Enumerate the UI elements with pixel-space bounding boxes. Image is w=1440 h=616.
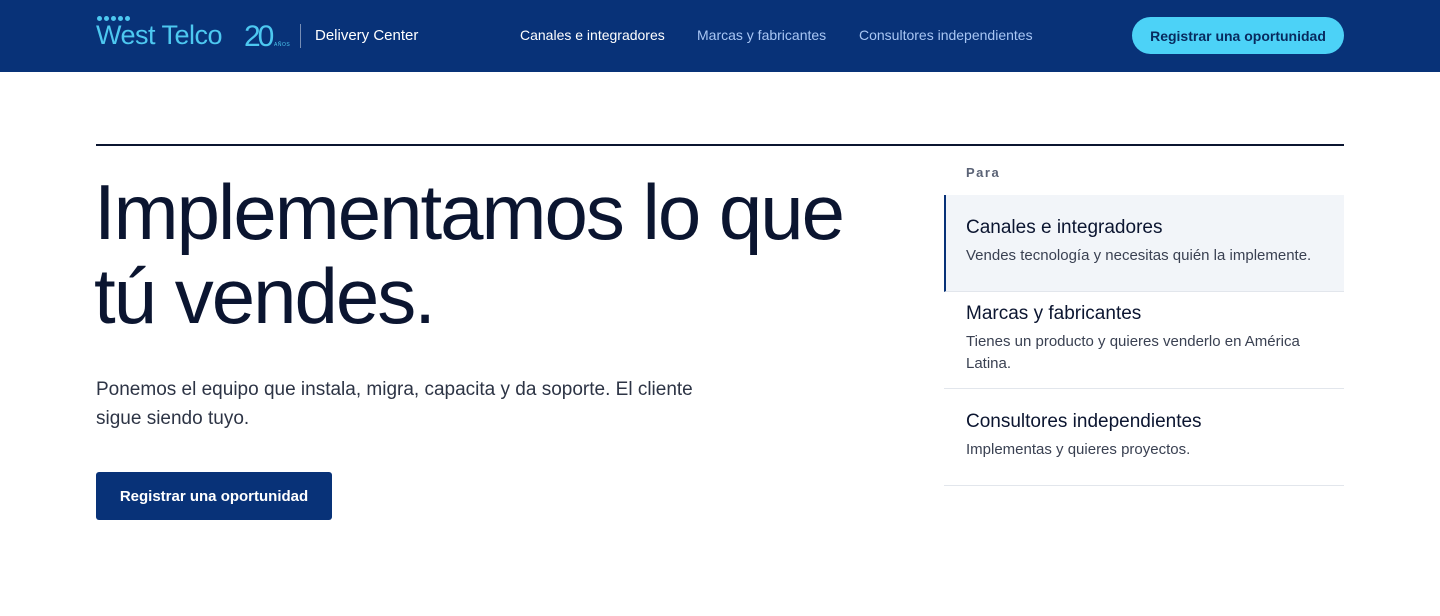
audience-item-description: Vendes tecnología y necesitas quién la i…: [966, 247, 1312, 264]
audience-item-description: Tienes un producto y quieres venderlo en…: [966, 333, 1300, 372]
audience-label: Para: [966, 165, 1001, 180]
hero-headline: Implementamos lo que tú vendes.: [94, 170, 894, 338]
hero-headline-line2: tú vendes.: [94, 252, 436, 340]
audience-item-marcas[interactable]: Marcas y fabricantes Tienes un producto …: [944, 292, 1344, 389]
product-name: Delivery Center: [315, 27, 419, 44]
audience-item-consultores[interactable]: Consultores independientes Implementas y…: [944, 389, 1344, 486]
audience-list: Canales e integradores Vendes tecnología…: [944, 195, 1344, 486]
logo-anniversary-number: 20: [244, 20, 274, 53]
audience-item-title: Canales e integradores: [966, 217, 1163, 238]
hero-subtitle: Ponemos el equipo que instala, migra, ca…: [96, 379, 693, 429]
hero-headline-line1: Implementamos lo que: [94, 168, 845, 256]
logo-anniversary-sub: AÑOS: [274, 42, 291, 48]
audience-item-description: Implementas y quieres proyectos.: [966, 441, 1191, 458]
header-register-button[interactable]: Registrar una oportunidad: [1132, 17, 1344, 54]
audience-item-title: Marcas y fabricantes: [966, 303, 1142, 324]
logo-brand-text: West Telco: [96, 20, 223, 50]
section-divider: [96, 144, 1344, 146]
nav-link-consultores[interactable]: Consultores independientes: [859, 27, 1033, 43]
audience-item-canales[interactable]: Canales e integradores Vendes tecnología…: [944, 195, 1344, 292]
nav-link-marcas[interactable]: Marcas y fabricantes: [697, 27, 826, 43]
nav-link-canales[interactable]: Canales e integradores: [520, 27, 665, 43]
logo-divider: [300, 24, 301, 48]
top-header: West Telco 20 AÑOS Delivery Center Canal…: [0, 0, 1440, 72]
audience-item-title: Consultores independientes: [966, 411, 1202, 432]
hero-register-button[interactable]: Registrar una oportunidad: [96, 472, 332, 520]
west-telco-logo[interactable]: West Telco 20 AÑOS: [96, 14, 291, 56]
